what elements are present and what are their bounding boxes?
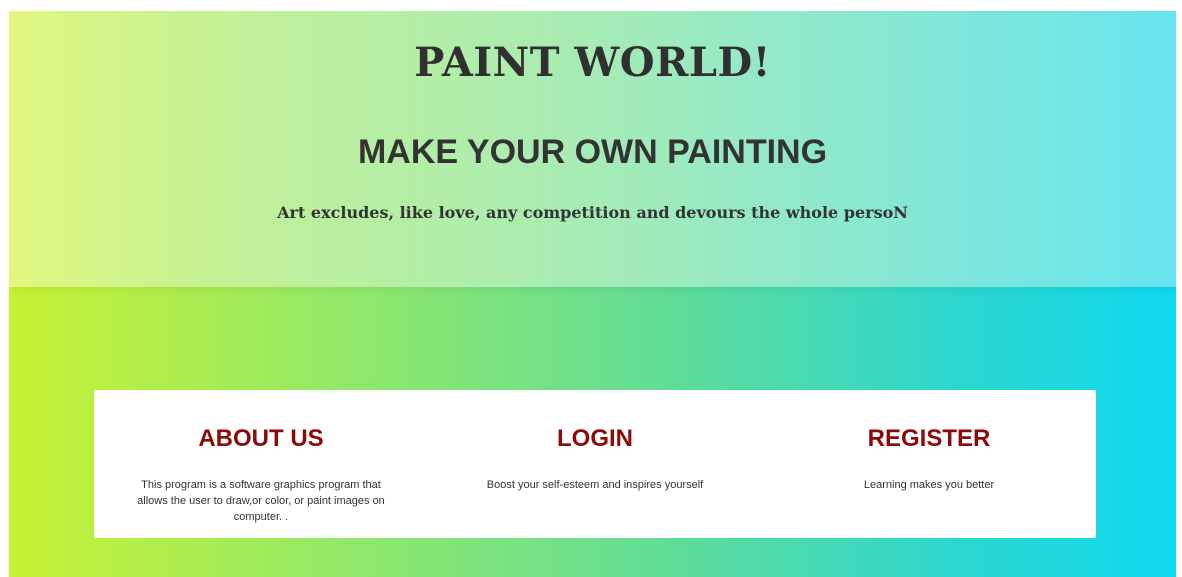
- register-card[interactable]: REGISTER Learning makes you better: [762, 390, 1096, 538]
- login-card[interactable]: LOGIN Boost your self-esteem and inspire…: [428, 390, 762, 538]
- hero-quote: Art excludes, like love, any competition…: [277, 203, 908, 222]
- register-link[interactable]: REGISTER: [762, 390, 1096, 453]
- page: PAINT WORLD! MAKE YOUR OWN PAINTING Art …: [0, 0, 1182, 577]
- feature-cards-panel: ABOUT US This program is a software grap…: [94, 390, 1096, 538]
- about-us-link[interactable]: ABOUT US: [94, 390, 428, 453]
- about-us-description: This program is a software graphics prog…: [137, 479, 385, 523]
- about-us-card[interactable]: ABOUT US This program is a software grap…: [94, 390, 428, 538]
- page-background: PAINT WORLD! MAKE YOUR OWN PAINTING Art …: [9, 11, 1176, 577]
- login-description: Boost your self-esteem and inspires your…: [486, 479, 704, 491]
- site-subtitle: MAKE YOUR OWN PAINTING: [357, 133, 828, 171]
- site-title: PAINT WORLD!: [414, 39, 771, 86]
- register-description: Learning makes you better: [863, 479, 995, 491]
- hero-banner: PAINT WORLD! MAKE YOUR OWN PAINTING Art …: [9, 11, 1176, 287]
- login-link[interactable]: LOGIN: [428, 390, 762, 453]
